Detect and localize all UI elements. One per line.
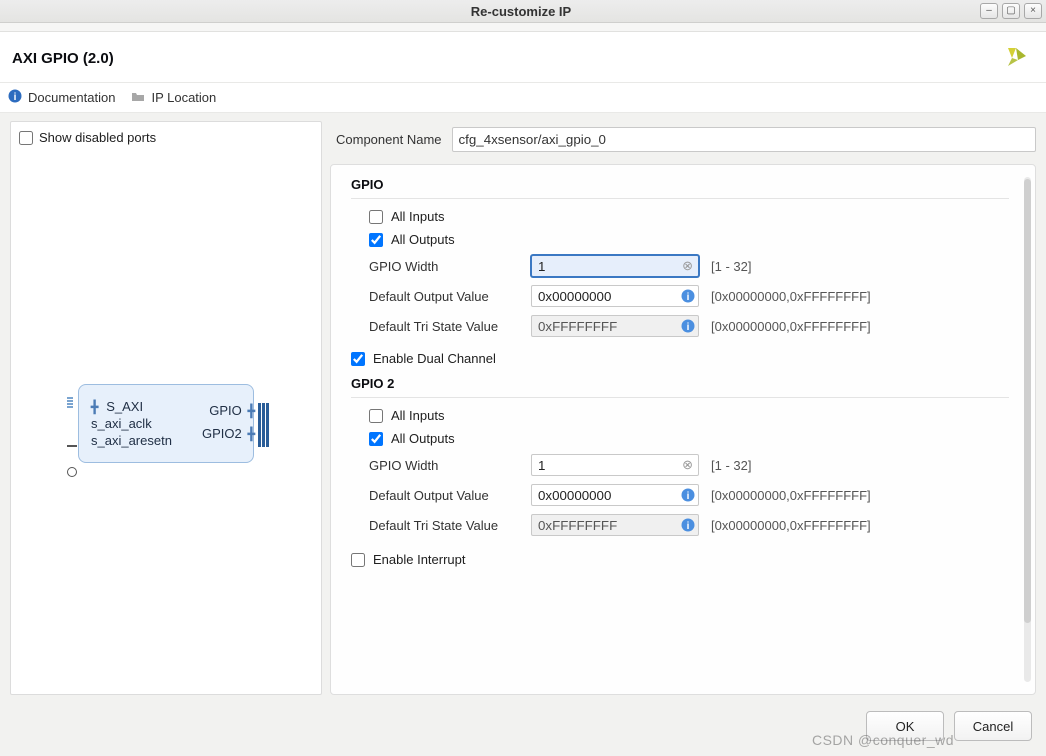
show-disabled-ports-checkbox[interactable]	[19, 131, 33, 145]
gpio-tristate-label: Default Tri State Value	[369, 319, 519, 334]
page-title: AXI GPIO (2.0)	[12, 50, 114, 67]
gpio2-tristate-label: Default Tri State Value	[369, 518, 519, 533]
gpio-default-output-input[interactable]	[531, 285, 699, 307]
gpio-tristate-input	[531, 315, 699, 337]
gpio-tristate-hint: [0x00000000,0xFFFFFFFF]	[711, 319, 871, 334]
window-title: Re-customize IP	[62, 4, 980, 19]
documentation-label: Documentation	[28, 90, 115, 105]
svg-text:i: i	[687, 292, 690, 303]
window-minimize-icon[interactable]: –	[980, 3, 998, 19]
folder-icon	[131, 89, 145, 106]
config-groupbox: GPIO All Inputs All Outputs GPIO Width	[330, 164, 1036, 695]
gpio2-section-title: GPIO 2	[351, 376, 1009, 391]
gpio2-default-output-hint: [0x00000000,0xFFFFFFFF]	[711, 488, 871, 503]
expand-icon[interactable]: ╋	[248, 404, 255, 418]
titlebar: Re-customize IP – ▢ ×	[0, 0, 1046, 23]
gpio-all-inputs-checkbox[interactable]	[369, 210, 383, 224]
gpio-width-hint: [1 - 32]	[711, 259, 751, 274]
documentation-button[interactable]: i Documentation	[8, 89, 115, 106]
gpio2-width-input[interactable]	[531, 454, 699, 476]
info-icon: i	[8, 89, 22, 106]
info-icon: i	[681, 488, 695, 502]
info-icon: i	[681, 518, 695, 532]
info-icon: i	[681, 319, 695, 333]
ip-location-label: IP Location	[151, 90, 216, 105]
gpio2-tristate-input	[531, 514, 699, 536]
gpio-section-title: GPIO	[351, 177, 1009, 192]
page-header: AXI GPIO (2.0)	[0, 32, 1046, 82]
window-maximize-icon[interactable]: ▢	[1002, 3, 1020, 19]
gpio2-tristate-hint: [0x00000000,0xFFFFFFFF]	[711, 518, 871, 533]
svg-text:i: i	[687, 521, 690, 532]
menubar	[0, 23, 1046, 32]
gpio2-default-output-input[interactable]	[531, 484, 699, 506]
gpio2-all-outputs-checkbox[interactable]	[369, 432, 383, 446]
gpio-all-outputs-checkbox[interactable]	[369, 233, 383, 247]
window-close-icon[interactable]: ×	[1024, 3, 1042, 19]
enable-dual-channel-checkbox[interactable]	[351, 352, 365, 366]
gpio2-all-outputs-label: All Outputs	[391, 431, 455, 446]
gpio2-width-hint: [1 - 32]	[711, 458, 751, 473]
scrollbar[interactable]	[1024, 177, 1031, 682]
cancel-button[interactable]: Cancel	[954, 711, 1032, 741]
svg-text:i: i	[687, 322, 690, 333]
port-s-axi-aresetn: s_axi_aresetn	[91, 433, 172, 448]
svg-text:i: i	[14, 92, 17, 103]
svg-text:i: i	[687, 491, 690, 502]
enable-interrupt-checkbox[interactable]	[351, 553, 365, 567]
gpio-default-output-label: Default Output Value	[369, 289, 519, 304]
toolbar: i Documentation IP Location	[0, 82, 1046, 113]
gpio-all-outputs-label: All Outputs	[391, 232, 455, 247]
gpio2-default-output-label: Default Output Value	[369, 488, 519, 503]
scrollbar-thumb[interactable]	[1024, 179, 1031, 623]
xilinx-logo-icon	[998, 44, 1030, 72]
ip-location-button[interactable]: IP Location	[131, 89, 216, 106]
gpio-width-input[interactable]	[531, 255, 699, 277]
ip-block[interactable]: ╋ S_AXI s_axi_aclk s_axi_aresetn GPIO ╋ GP…	[78, 384, 254, 463]
main-area: Show disabled ports ╋ S_AXI s_axi_aclk s_…	[0, 113, 1046, 699]
component-name-input[interactable]	[452, 127, 1037, 152]
enable-dual-channel-label: Enable Dual Channel	[373, 351, 496, 366]
info-icon: i	[681, 289, 695, 303]
gpio2-all-inputs-checkbox[interactable]	[369, 409, 383, 423]
show-disabled-ports-label: Show disabled ports	[39, 130, 156, 145]
component-name-label: Component Name	[336, 132, 442, 147]
gpio-width-label: GPIO Width	[369, 259, 519, 274]
diagram-panel: Show disabled ports ╋ S_AXI s_axi_aclk s_…	[10, 121, 322, 695]
form-panel: Component Name GPIO All Inputs All Outpu…	[330, 121, 1036, 695]
port-gpio2: GPIO2	[202, 426, 242, 441]
expand-icon[interactable]: ╋	[91, 400, 98, 414]
gpio2-width-label: GPIO Width	[369, 458, 519, 473]
watermark: CSDN @conquer_wd	[812, 732, 954, 748]
port-gpio: GPIO	[209, 403, 242, 418]
gpio2-all-inputs-label: All Inputs	[391, 408, 444, 423]
port-s-axi: S_AXI	[106, 399, 143, 414]
enable-interrupt-label: Enable Interrupt	[373, 552, 466, 567]
port-s-axi-aclk: s_axi_aclk	[91, 416, 152, 431]
gpio-all-inputs-label: All Inputs	[391, 209, 444, 224]
expand-icon[interactable]: ╋	[248, 427, 255, 441]
gpio-default-output-hint: [0x00000000,0xFFFFFFFF]	[711, 289, 871, 304]
